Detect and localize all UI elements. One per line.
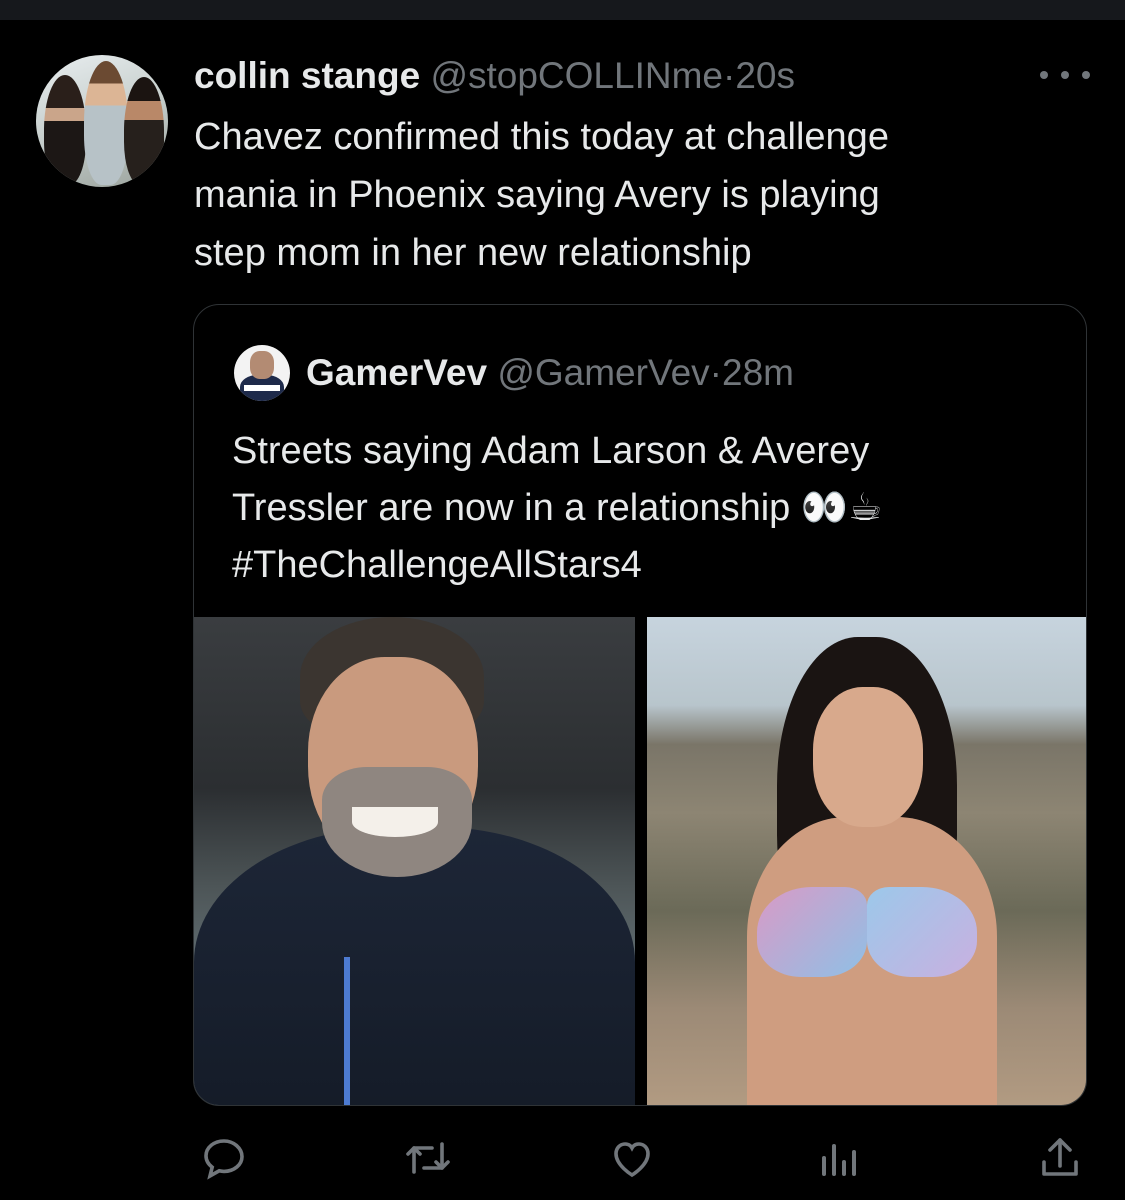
quoted-header-separator: · xyxy=(709,352,722,393)
more-icon[interactable] xyxy=(1040,60,1090,90)
action-bar xyxy=(0,1128,1125,1188)
quoted-photo-1[interactable] xyxy=(194,617,635,1105)
header-separator: · xyxy=(723,55,736,96)
top-divider xyxy=(0,0,1125,20)
author-handle[interactable]: @stopCOLLINme xyxy=(430,55,723,96)
retweet-icon[interactable] xyxy=(398,1128,458,1188)
quoted-tweet[interactable]: GamerVev @GamerVev·28m Streets saying Ad… xyxy=(193,304,1087,1106)
quoted-author-handle[interactable]: @GamerVev xyxy=(497,352,709,393)
author-avatar[interactable] xyxy=(36,55,168,187)
quoted-tweet-header: GamerVev @GamerVev·28m xyxy=(306,349,794,397)
quoted-tweet-timestamp[interactable]: 28m xyxy=(722,352,794,393)
quoted-author-avatar[interactable] xyxy=(234,345,290,401)
views-icon[interactable] xyxy=(808,1128,868,1188)
reply-icon[interactable] xyxy=(194,1128,254,1188)
quoted-photo-2[interactable] xyxy=(647,617,1086,1105)
share-icon[interactable] xyxy=(1030,1128,1090,1188)
quoted-author-display-name[interactable]: GamerVev xyxy=(306,352,487,393)
tweet-timestamp[interactable]: 20s xyxy=(735,55,795,96)
author-display-name[interactable]: collin stange xyxy=(194,55,420,96)
quoted-tweet-text: Streets saying Adam Larson & Averey Tres… xyxy=(232,430,883,586)
tweet-text: Chavez confirmed this today at challenge… xyxy=(194,116,889,274)
like-icon[interactable] xyxy=(602,1128,662,1188)
tweet-header: collin stange @stopCOLLINme·20s xyxy=(194,52,795,100)
